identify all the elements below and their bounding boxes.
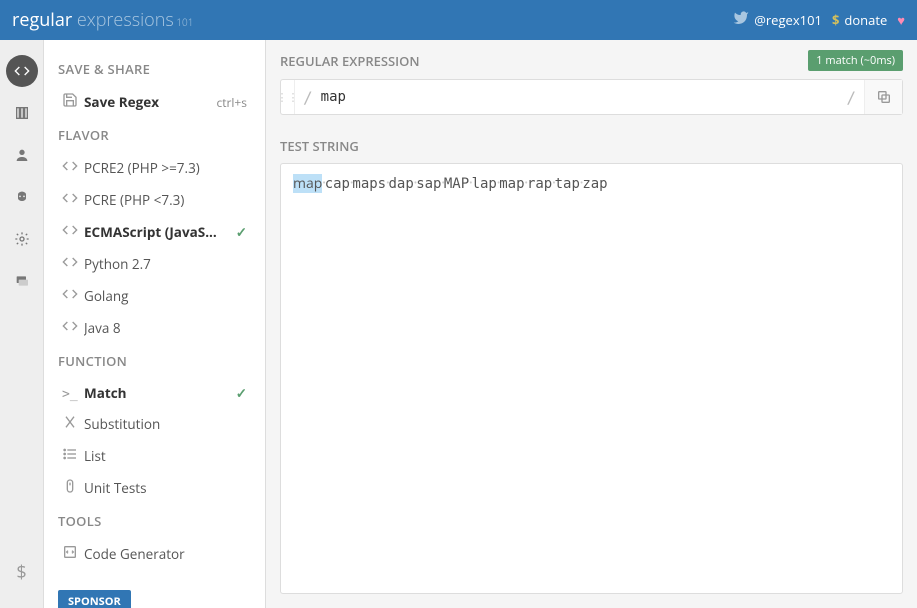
flavor-label: ECMAScript (JavaS...: [84, 223, 236, 241]
function-label: Unit Tests: [84, 479, 247, 497]
flavor-item-4[interactable]: Golang: [54, 280, 255, 312]
logo-suffix: 101: [174, 15, 194, 29]
function-icon: [62, 478, 84, 498]
teststring-title: TEST STRING: [280, 137, 903, 155]
section-flavor: FLAVOR: [58, 126, 251, 144]
whitespace-marker: •: [322, 176, 324, 189]
delim-open: /: [295, 80, 321, 114]
code-icon: [62, 190, 84, 210]
whitespace-marker: •: [441, 176, 443, 189]
nav-library-icon[interactable]: [6, 97, 38, 129]
function-label: Substitution: [84, 415, 247, 433]
function-icon: [62, 446, 84, 466]
function-item-3[interactable]: Unit Tests: [54, 472, 255, 504]
regex-title: REGULAR EXPRESSION: [280, 52, 808, 70]
code-icon: [62, 254, 84, 274]
function-label: Match: [84, 384, 236, 402]
nav-discord-icon[interactable]: [6, 181, 38, 213]
flavor-item-3[interactable]: Python 2.7: [54, 248, 255, 280]
save-icon: [62, 92, 84, 112]
whitespace-marker: •: [469, 176, 471, 189]
code-generator-label: Code Generator: [84, 545, 247, 563]
match-badge: 1 match (~0ms): [808, 50, 903, 71]
flavor-label: PCRE2 (PHP >=7.3): [84, 159, 247, 177]
whitespace-marker: •: [414, 176, 416, 189]
logo-word-2: expressions: [72, 8, 174, 32]
code-icon: [62, 158, 84, 178]
twitter-link[interactable]: @regex101: [733, 10, 822, 30]
flavor-item-1[interactable]: PCRE (PHP <7.3): [54, 184, 255, 216]
nav-settings-icon[interactable]: [6, 223, 38, 255]
nav-chat-icon[interactable]: [6, 265, 38, 297]
header: regular expressions 101 @regex101 $ dona…: [0, 0, 917, 40]
sponsor-badge[interactable]: SPONSOR: [58, 590, 131, 608]
match-highlight: map: [293, 174, 322, 193]
function-label: List: [84, 447, 247, 465]
code-icon: [62, 286, 84, 306]
whitespace-marker: •: [497, 176, 499, 189]
donate-label: donate: [844, 11, 887, 29]
check-icon: ✓: [236, 384, 247, 402]
flavor-item-5[interactable]: Java 8: [54, 312, 255, 344]
code-icon: [62, 222, 84, 242]
check-icon: ✓: [236, 223, 247, 241]
save-regex-label: Save Regex: [84, 93, 216, 111]
nav-sponsor-icon[interactable]: $: [6, 556, 38, 588]
regex-row: ⋮⋮ / /: [280, 79, 903, 115]
section-function: FUNCTION: [58, 352, 251, 370]
header-right: @regex101 $ donate ♥: [733, 10, 905, 30]
twitter-icon: [733, 10, 749, 30]
sidebar: SAVE & SHARE Save Regex ctrl+s FLAVOR PC…: [44, 40, 266, 608]
save-regex-button[interactable]: Save Regex ctrl+s: [54, 86, 255, 118]
twitter-handle: @regex101: [754, 11, 822, 29]
regex-section-bar: REGULAR EXPRESSION 1 match (~0ms): [266, 40, 917, 79]
function-icon: >_: [62, 384, 84, 402]
flavor-item-0[interactable]: PCRE2 (PHP >=7.3): [54, 152, 255, 184]
flavor-item-2[interactable]: ECMAScript (JavaS... ✓: [54, 216, 255, 248]
nav-account-icon[interactable]: [6, 139, 38, 171]
logo-word-1: regular: [12, 8, 72, 32]
flavor-label: Java 8: [84, 319, 247, 337]
whitespace-marker: •: [386, 176, 388, 189]
code-icon: [62, 318, 84, 338]
heart-icon: ♥: [897, 11, 905, 29]
vertical-toolbar: $: [0, 40, 44, 608]
whitespace-marker: •: [525, 176, 527, 189]
flavor-label: Python 2.7: [84, 255, 247, 273]
flavor-label: PCRE (PHP <7.3): [84, 191, 247, 209]
save-shortcut: ctrl+s: [216, 94, 247, 111]
flavor-label: Golang: [84, 287, 247, 305]
nav-regex-icon[interactable]: [6, 55, 38, 87]
function-icon: [62, 414, 84, 434]
donate-link[interactable]: $ donate: [832, 11, 887, 29]
test-string-area[interactable]: map•cap•maps•dap•sap•MAP•lap•map•rap•tap…: [280, 163, 903, 594]
section-save-share: SAVE & SHARE: [58, 60, 251, 78]
dollar-icon: $: [832, 11, 839, 29]
function-item-1[interactable]: Substitution: [54, 408, 255, 440]
whitespace-marker: •: [350, 176, 352, 189]
section-tools: TOOLS: [58, 512, 251, 530]
whitespace-marker: •: [552, 176, 554, 189]
logo[interactable]: regular expressions 101: [12, 8, 733, 32]
function-item-0[interactable]: >_ Match ✓: [54, 378, 255, 408]
whitespace-marker: •: [580, 176, 582, 189]
regex-input[interactable]: [321, 80, 839, 114]
teststring-section-bar: TEST STRING: [266, 127, 917, 163]
code-generator-button[interactable]: Code Generator: [54, 538, 255, 570]
grip-icon[interactable]: ⋮⋮: [281, 80, 295, 114]
delim-close: /: [838, 80, 864, 114]
code-icon: [62, 544, 84, 564]
function-item-2[interactable]: List: [54, 440, 255, 472]
copy-button[interactable]: [864, 80, 902, 114]
main: REGULAR EXPRESSION 1 match (~0ms) ⋮⋮ / /…: [266, 40, 917, 608]
